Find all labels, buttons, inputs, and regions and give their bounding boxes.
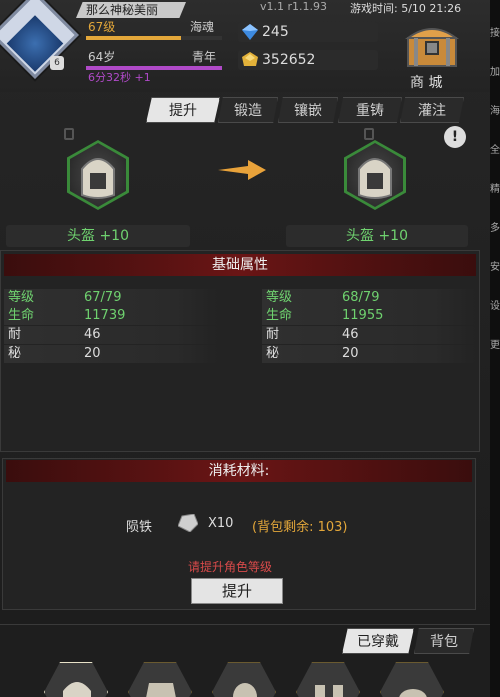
game-time: 游戏时间: 5/10 21:26 [350, 2, 462, 15]
avatar-badge: 6 [50, 56, 64, 70]
gold-icon [242, 52, 258, 66]
equip-slot-current-inner [70, 143, 126, 207]
stat-key: 等级 [266, 290, 293, 305]
stat-row: 生命 11955 [262, 307, 476, 325]
tab-upgrade[interactable]: 提升 [146, 97, 220, 123]
stat-value: 11739 [84, 308, 126, 323]
arrow-right-icon [218, 160, 266, 180]
stat-row: 生命 11739 [4, 307, 218, 325]
stat-key: 耐 [266, 327, 280, 342]
blue-gem-icon [242, 24, 258, 40]
side-label[interactable]: 多 [490, 219, 500, 234]
info-icon[interactable]: ! [444, 126, 466, 148]
gem-counter: 245 [238, 22, 378, 42]
tab-forge[interactable]: 锻造 [218, 97, 278, 123]
stat-value: 46 [342, 327, 359, 342]
current-equip-label: 头盔 +10 [6, 225, 190, 247]
tab-inlay[interactable]: 镶嵌 [278, 97, 338, 123]
level-title: 海魂 [190, 20, 215, 34]
age-label: 64岁 [88, 50, 116, 64]
stat-key: 生命 [266, 308, 293, 323]
shop-button[interactable] [404, 22, 460, 68]
stat-value: 11955 [342, 308, 384, 323]
stats-title: 基础属性 [4, 254, 476, 276]
stat-key: 等级 [8, 290, 35, 305]
gold-counter: 352652 [238, 50, 378, 70]
timer-text: 6分32秒 +1 [88, 71, 151, 84]
stat-key: 生命 [8, 308, 35, 323]
version-text: v1.1 r1.1.93 [260, 0, 328, 13]
side-label[interactable]: 海 [490, 102, 500, 117]
stat-row: 秘 20 [262, 345, 476, 363]
stat-row: 耐 46 [4, 326, 218, 344]
lock-icon [64, 128, 74, 140]
stat-row: 秘 20 [4, 345, 218, 363]
next-equip-label: 头盔 +10 [286, 225, 468, 247]
stat-value: 68/79 [342, 290, 380, 305]
equip-slot-next-inner [347, 143, 403, 207]
upgrade-button[interactable]: 提升 [191, 578, 283, 604]
material-count: X10 [208, 516, 234, 531]
stat-key: 耐 [8, 327, 22, 342]
side-label[interactable]: 安 [490, 258, 500, 273]
stat-key: 秘 [8, 346, 22, 361]
helmet-icon [358, 158, 392, 199]
stat-value: 46 [84, 327, 101, 342]
meteor-iron-icon[interactable] [178, 514, 198, 532]
side-label[interactable]: 设 [490, 297, 500, 312]
stat-row: 等级 68/79 [262, 289, 476, 307]
stat-value: 67/79 [84, 290, 122, 305]
side-label[interactable]: 更 [490, 336, 500, 351]
consume-title: 消耗材料: [6, 460, 472, 482]
level-label: 67级 [88, 20, 116, 34]
player-name: 那么神秘美丽 [76, 2, 186, 18]
lock-icon [364, 128, 374, 140]
tab-equipped[interactable]: 已穿戴 [342, 628, 414, 654]
stat-value: 20 [342, 346, 359, 361]
exp-bar-fill [86, 36, 182, 40]
treasure-chest-icon [404, 28, 460, 67]
material-name: 陨铁 [126, 520, 153, 535]
side-label[interactable]: 加 [490, 63, 500, 78]
exp-bar-track [86, 36, 222, 40]
tab-recast[interactable]: 重铸 [338, 97, 402, 123]
gem-count: 245 [262, 24, 289, 40]
helmet-icon [81, 158, 115, 199]
equip-slot-next[interactable] [344, 140, 406, 210]
stat-value: 20 [84, 346, 101, 361]
side-label[interactable]: 全 [490, 141, 500, 156]
material-remain: (背包剩余: 103) [252, 520, 348, 535]
warning-text: 请提升角色等级 [188, 560, 273, 574]
age-title: 青年 [192, 50, 217, 64]
tab-infuse[interactable]: 灌注 [400, 97, 464, 123]
stat-key: 秘 [266, 346, 280, 361]
tab-bag[interactable]: 背包 [414, 628, 474, 654]
side-label[interactable]: 精 [490, 180, 500, 195]
side-label[interactable]: 接 [490, 24, 500, 39]
stat-row: 耐 46 [262, 326, 476, 344]
shop-label[interactable]: 商 城 [410, 72, 442, 92]
gold-count: 352652 [262, 52, 316, 68]
side-menu: 接 加 海 全 精 多 安 设 更 [490, 0, 500, 697]
game-screen: 6 那么神秘美丽 67级 海魂 64岁 青年 6分32秒 +1 v1.1 r1.… [0, 0, 500, 697]
equip-slot-current[interactable] [67, 140, 129, 210]
stat-row: 等级 67/79 [4, 289, 218, 307]
